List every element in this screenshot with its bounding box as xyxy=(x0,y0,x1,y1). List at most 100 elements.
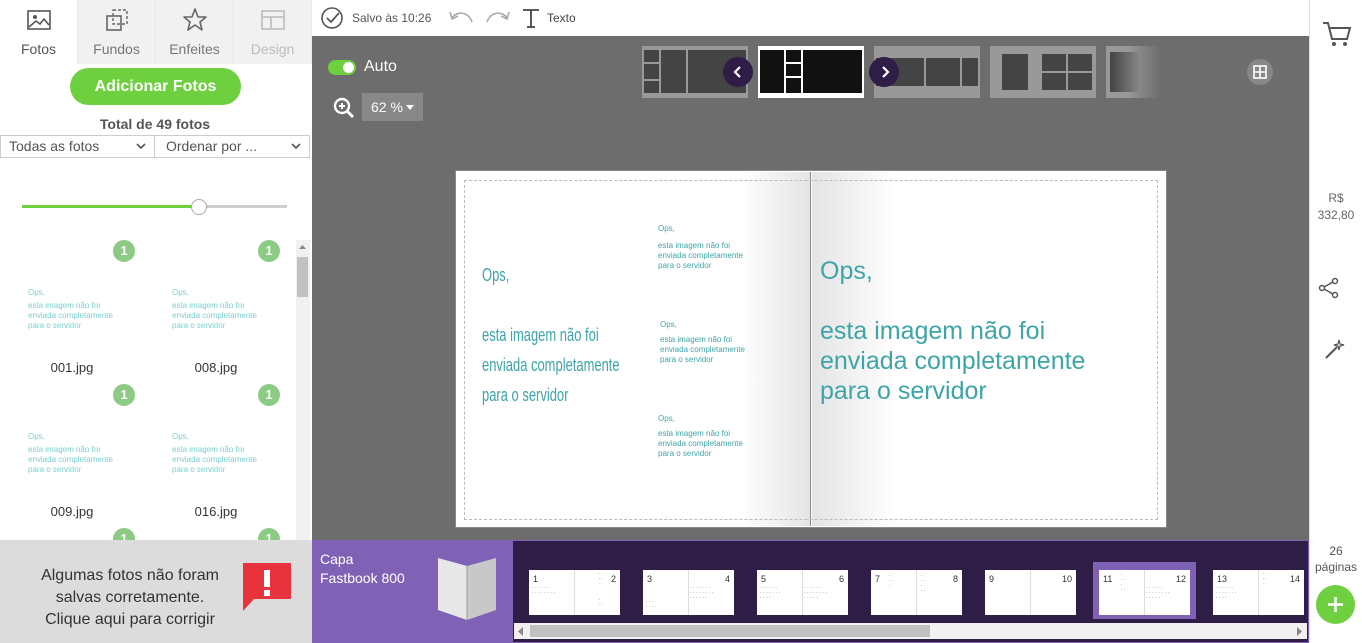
page-number: 2 xyxy=(610,574,616,584)
add-photos-button[interactable]: Adicionar Fotos xyxy=(70,68,241,105)
page-number: 9 xyxy=(989,574,995,584)
scrollbar-thumb[interactable] xyxy=(530,625,930,637)
photo-filename: 008.jpg xyxy=(194,360,238,375)
placeholder-text: para o servidor xyxy=(658,449,712,458)
placeholder-text: esta imagem não foi xyxy=(820,317,1046,345)
photo-placeholder-small[interactable]: Ops, esta imagem não foi enviada complet… xyxy=(660,320,780,365)
page-count-value: 26 xyxy=(1329,544,1343,558)
zoom-value: 62 % xyxy=(371,99,403,115)
page-number: 13 xyxy=(1217,574,1228,584)
scroll-left-arrow-icon[interactable] xyxy=(518,627,524,636)
usage-count-badge: 1 xyxy=(258,528,280,540)
placeholder-text: Ops, xyxy=(482,265,510,285)
slider-fill xyxy=(22,205,199,208)
placeholder-text: enviada completamente xyxy=(658,439,743,448)
caret-down-icon xyxy=(406,105,414,110)
cloud-check-icon xyxy=(321,7,343,29)
zoom-select[interactable]: 62 % xyxy=(362,93,423,121)
price-value: 332,80 xyxy=(1317,208,1355,222)
page-thumbnail[interactable]: 3 4 · · · · · · · · · · · · · · · · · · · … xyxy=(643,570,734,615)
chevron-down-icon xyxy=(136,143,146,150)
page-count: 26 páginas xyxy=(1310,543,1362,575)
grid-icon xyxy=(1253,65,1267,79)
background-icon xyxy=(104,7,130,33)
tab-fotos[interactable]: Fotos xyxy=(0,0,78,64)
usage-count-badge: 1 xyxy=(258,240,280,262)
page-thumbnail[interactable]: 13 14 · · · · · · · · · · · · · · · · · · ·… xyxy=(1213,570,1304,615)
photo-thumbnail[interactable]: Ops, esta imagem não foi enviada complet… xyxy=(172,432,282,475)
page-number: 8 xyxy=(952,574,958,584)
placeholder-text: enviada completamente xyxy=(820,347,1086,375)
scroll-right-arrow-icon[interactable] xyxy=(1296,627,1302,636)
tab-label: Enfeites xyxy=(169,41,220,57)
cart-icon[interactable] xyxy=(1322,20,1352,48)
page-number: 1 xyxy=(533,574,539,584)
page-thumbnail-selected[interactable]: 11 12 · · · · · · · · · · · · · · · · · · · … xyxy=(1099,570,1190,615)
book-icon xyxy=(438,558,496,620)
page-thumbnail[interactable]: 9 10 xyxy=(985,570,1076,615)
tab-design[interactable]: Design xyxy=(234,0,312,64)
price-display: R$ 332,80 xyxy=(1310,190,1362,224)
plus-icon xyxy=(1328,597,1343,612)
slider-handle[interactable] xyxy=(191,199,207,215)
placeholder-text: esta imagem não foi xyxy=(660,335,733,344)
tab-fundos[interactable]: Fundos xyxy=(78,0,156,64)
magic-wand-icon[interactable] xyxy=(1324,338,1346,360)
photo-thumbnail[interactable]: Ops, esta imagem não foi enviada complet… xyxy=(28,288,138,331)
layout-template-selected[interactable] xyxy=(758,46,864,98)
placeholder-text: Ops, xyxy=(660,320,677,329)
share-icon[interactable] xyxy=(1318,277,1340,299)
alert-icon xyxy=(243,563,291,611)
scroll-up-arrow-icon[interactable] xyxy=(298,244,307,250)
scrollbar-thumb[interactable] xyxy=(297,257,308,297)
zoom-in-icon[interactable] xyxy=(332,96,356,120)
photo-placeholder-right-page[interactable]: Ops, esta imagem não foi enviada complet… xyxy=(820,256,1150,406)
page-thumbnail[interactable]: 7 8 · · · · · · · · · · xyxy=(871,570,962,615)
add-pages-button[interactable] xyxy=(1316,585,1355,624)
page-thumbnail[interactable]: 1 2 · · · · · · · · · · · · · · · · · · · · … xyxy=(529,570,620,615)
placeholder-text: enviada completamente xyxy=(172,311,257,320)
placeholder-text: para o servidor xyxy=(660,355,714,364)
photo-placeholder-small[interactable]: Ops, esta imagem não foi enviada complet… xyxy=(658,414,778,459)
usage-count-badge: 1 xyxy=(113,384,135,406)
placeholder-text: Ops, xyxy=(820,257,873,285)
layout-template[interactable] xyxy=(1106,46,1160,98)
placeholder-text: para o servidor xyxy=(482,385,569,405)
placeholder-text: para o servidor xyxy=(820,377,987,405)
tab-label: Fotos xyxy=(20,41,56,57)
sort-value: Ordenar por ... xyxy=(166,138,258,154)
photo-placeholder-small[interactable]: Ops, esta imagem não foi enviada complet… xyxy=(658,224,778,271)
placeholder-text: Ops, xyxy=(658,414,675,423)
photo-total: Total de 49 fotos xyxy=(99,116,211,132)
photo-filename: 009.jpg xyxy=(50,504,94,519)
all-layouts-button[interactable] xyxy=(1247,59,1273,85)
warning-message[interactable]: Algumas fotos não foram salvas corretame… xyxy=(15,565,245,631)
photo-placeholder-large[interactable]: Ops, esta imagem não foi enviada complet… xyxy=(482,260,620,410)
image-icon xyxy=(26,7,52,33)
placeholder-text: esta imagem não foi xyxy=(658,429,731,438)
redo-icon[interactable] xyxy=(483,8,511,28)
tab-label: Design xyxy=(250,41,295,57)
page-number: 6 xyxy=(838,574,844,584)
page-number: 14 xyxy=(1289,574,1300,584)
filter-dropdown[interactable]: Todas as fotos xyxy=(0,135,155,158)
warning-line: Algumas fotos não foram xyxy=(41,567,219,584)
undo-icon[interactable] xyxy=(448,8,476,28)
photo-thumbnail[interactable]: Ops, esta imagem não foi enviada complet… xyxy=(28,432,138,475)
page-number: 7 xyxy=(875,574,881,584)
photo-thumbnail[interactable]: Ops, esta imagem não foi enviada complet… xyxy=(172,288,282,331)
text-tool-label[interactable]: Texto xyxy=(547,11,576,25)
tab-enfeites[interactable]: Enfeites xyxy=(156,0,234,64)
cover-title: Capa xyxy=(320,551,354,567)
layout-template[interactable] xyxy=(990,46,1096,98)
placeholder-text: para o servidor xyxy=(658,261,712,270)
carousel-prev-button[interactable] xyxy=(723,57,753,87)
page-number: 12 xyxy=(1175,574,1186,584)
photo-filename: 016.jpg xyxy=(194,504,238,519)
sort-dropdown[interactable]: Ordenar por ... xyxy=(154,135,310,158)
auto-layout-toggle[interactable] xyxy=(328,60,356,75)
text-tool-icon[interactable] xyxy=(520,7,542,29)
placeholder-text: enviada completamente xyxy=(28,455,113,464)
page-thumbnail[interactable]: 5 6 · · · · · · · · · · · · · · · · · · · … xyxy=(757,570,848,615)
carousel-next-button[interactable] xyxy=(869,57,899,87)
